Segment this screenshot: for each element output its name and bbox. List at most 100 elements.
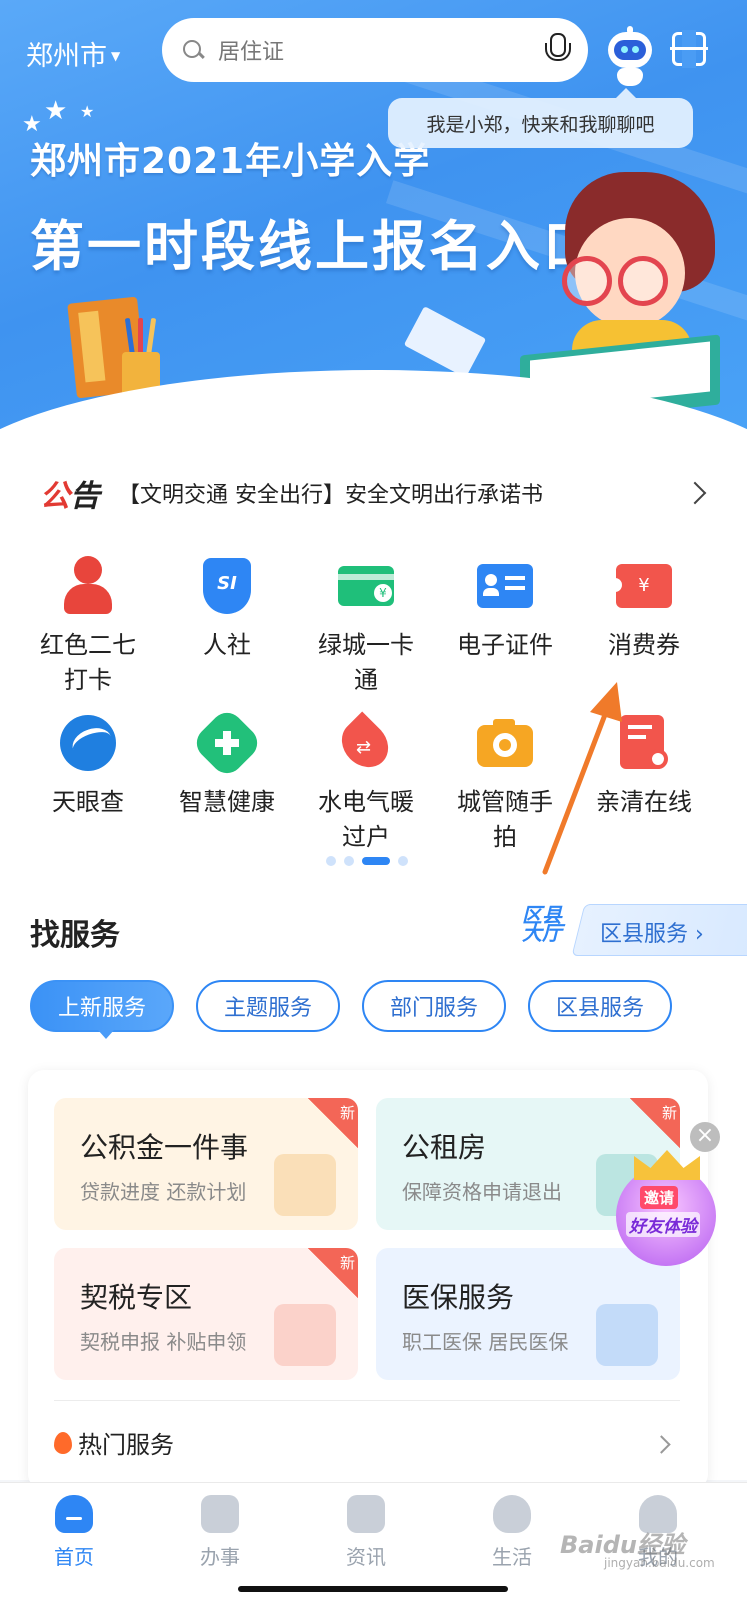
new-badge: 新 xyxy=(308,1248,358,1298)
card-decoration-icon xyxy=(274,1304,336,1366)
service-tabs: 上新服务 主题服务 部门服务 区县服务 xyxy=(30,980,673,1039)
health-cross-icon xyxy=(190,706,264,780)
home-indicator xyxy=(238,1586,508,1592)
shortcut-label: 绿城一卡 通 xyxy=(318,631,414,694)
top-bar: 郑州市 ▼ 居住证 xyxy=(0,16,747,88)
shortcut-item[interactable]: 城管随手 拍 xyxy=(435,711,575,855)
shortcut-item[interactable]: SI 人社 xyxy=(157,554,297,663)
search-bar[interactable]: 居住证 xyxy=(162,18,588,82)
shortcut-label: 智慧健康 xyxy=(179,788,275,816)
shortcut-item[interactable]: 智慧健康 xyxy=(157,706,297,820)
invite-title: 邀请 xyxy=(640,1186,679,1209)
paper-illustration xyxy=(403,306,487,378)
coupon-icon: ¥ xyxy=(612,554,676,618)
service-tab[interactable]: 部门服务 xyxy=(362,980,507,1032)
banner-headline: 第一时段线上报名入口 xyxy=(30,215,600,278)
service-card[interactable]: 公积金一件事贷款进度 还款计划 新 xyxy=(54,1098,358,1230)
city-selector[interactable]: 郑州市 ▼ xyxy=(26,34,120,73)
page-dot[interactable] xyxy=(344,856,354,866)
id-card-icon xyxy=(473,554,537,618)
shortcut-label: 消费券 xyxy=(608,631,680,659)
notice-tag-char: 公 xyxy=(40,479,70,514)
nav-label: 生活 xyxy=(492,1545,532,1569)
shortcut-label: 红色二七 打卡 xyxy=(40,631,136,694)
notice-bar[interactable]: 公告 【文明交通 安全出行】安全文明出行承诺书 xyxy=(0,460,747,526)
tianyancha-icon xyxy=(56,711,120,775)
service-card-title: 契税专区 xyxy=(80,1281,193,1314)
new-badge: 新 xyxy=(630,1098,680,1148)
assistant-robot-icon[interactable] xyxy=(605,26,655,88)
divider xyxy=(54,1400,680,1401)
shortcut-label: 天眼查 xyxy=(52,788,124,816)
shortcut-item[interactable]: 亲清在线 xyxy=(574,711,714,820)
service-card[interactable]: 契税专区 契税申报 补贴申领 新 xyxy=(54,1248,358,1380)
search-input[interactable]: 居住证 xyxy=(218,34,544,66)
shortcut-item[interactable]: 电子证件 xyxy=(435,554,575,663)
camera-icon xyxy=(473,711,537,775)
crown-icon xyxy=(634,1150,700,1180)
service-card-subtitle: 贷款进度 还款计划 xyxy=(80,1180,247,1204)
shortcut-label: 电子证件 xyxy=(457,631,553,659)
city-label: 郑州市 xyxy=(26,41,107,72)
home-icon xyxy=(55,1495,93,1533)
service-card-title: 医保服务 xyxy=(402,1281,515,1314)
service-tab[interactable]: 主题服务 xyxy=(196,980,341,1032)
county-hall-logo[interactable]: 区县 大厅 xyxy=(522,905,562,943)
shortcut-label: 水电气暖 过户 xyxy=(318,788,414,851)
service-card-subtitle: 保障资格申请退出 xyxy=(402,1180,562,1204)
section-title: 找服务 xyxy=(30,918,120,953)
close-icon[interactable]: × xyxy=(690,1122,720,1152)
hot-services-header[interactable]: 热门服务 xyxy=(54,1425,174,1460)
page-dot[interactable] xyxy=(398,856,408,866)
hot-services-label: 热门服务 xyxy=(78,1431,174,1459)
service-card-title: 公积金一件事 xyxy=(80,1131,249,1164)
service-panel: 公积金一件事 贷款进度 还款计划新公租房 保障资格申请退出新契税专区 契税申报 补贴申… xyxy=(28,1070,708,1490)
notice-text[interactable]: 【文明交通 安全出行】安全文明出行承诺书 xyxy=(118,477,687,509)
banner-title: 郑州市2021年小学入学 xyxy=(30,141,431,182)
invite-friends-float[interactable]: 邀请 好友体验 xyxy=(612,1148,722,1268)
search-icon xyxy=(182,39,204,61)
green-card-icon: ¥ xyxy=(334,554,398,618)
shortcut-label: 亲清在线 xyxy=(596,788,692,816)
scan-icon[interactable] xyxy=(670,30,708,68)
service-card-title: 公租房 xyxy=(402,1131,487,1164)
assistant-bubble[interactable]: 我是小郑，快来和我聊聊吧 xyxy=(388,88,693,148)
watermark: Baidu经验 xyxy=(560,1531,685,1559)
utilities-drop-icon: ⇄ xyxy=(332,711,398,777)
news-icon xyxy=(347,1495,385,1533)
shortcut-label: 人社 xyxy=(203,631,251,659)
shortcut-item[interactable]: 天眼查 xyxy=(18,711,158,820)
shortcut-item[interactable]: 红色二七 打卡 xyxy=(18,554,158,698)
shield-si-icon: SI xyxy=(195,554,259,618)
notice-tag-char: 告 xyxy=(70,479,100,514)
caret-down-icon: ▼ xyxy=(111,48,121,63)
star-icon: ★ xyxy=(80,102,95,121)
shortcut-label: 城管随手 拍 xyxy=(457,788,553,851)
chevron-right-icon[interactable] xyxy=(683,481,707,505)
nav-label: 首页 xyxy=(54,1545,94,1569)
page-dot[interactable] xyxy=(362,857,390,865)
watermark-url: jingyan.baidu.com xyxy=(604,1556,715,1570)
shortcut-item[interactable]: ¥ 消费券 xyxy=(574,554,714,663)
nav-item[interactable]: 办事 xyxy=(180,1495,260,1570)
service-tab[interactable]: 上新服务 xyxy=(30,980,175,1039)
page-dot[interactable] xyxy=(326,856,336,866)
nav-label: 资讯 xyxy=(346,1545,386,1569)
shortcut-item[interactable]: ⇄ 水电气暖 过户 xyxy=(296,711,436,855)
microphone-icon[interactable] xyxy=(544,33,571,67)
heart-icon xyxy=(493,1495,531,1533)
nav-item[interactable]: 资讯 xyxy=(326,1495,406,1570)
new-badge: 新 xyxy=(308,1098,358,1148)
service-card-subtitle: 职工医保 居民医保 xyxy=(402,1330,569,1354)
person-red-icon xyxy=(56,554,120,618)
nav-item[interactable]: 生活 xyxy=(472,1495,552,1570)
chevron-right-icon[interactable] xyxy=(652,1435,671,1454)
county-services-link[interactable]: 区县服务 › xyxy=(600,916,704,948)
service-tab[interactable]: 区县服务 xyxy=(528,980,673,1032)
shortcut-grid: 红色二七 打卡 SI 人社 ¥ 绿城一卡 通 电子证件 ¥ 消费券天眼查 智慧健康 ⇄ 水电气暖 过… xyxy=(0,526,747,880)
new-badge-label: 新 xyxy=(339,1104,355,1122)
shortcut-item[interactable]: ¥ 绿城一卡 通 xyxy=(296,554,436,698)
nav-item[interactable]: 首页 xyxy=(34,1495,114,1570)
notice-tag: 公告 xyxy=(40,471,100,515)
invite-subtitle: 好友体验 xyxy=(626,1212,700,1237)
